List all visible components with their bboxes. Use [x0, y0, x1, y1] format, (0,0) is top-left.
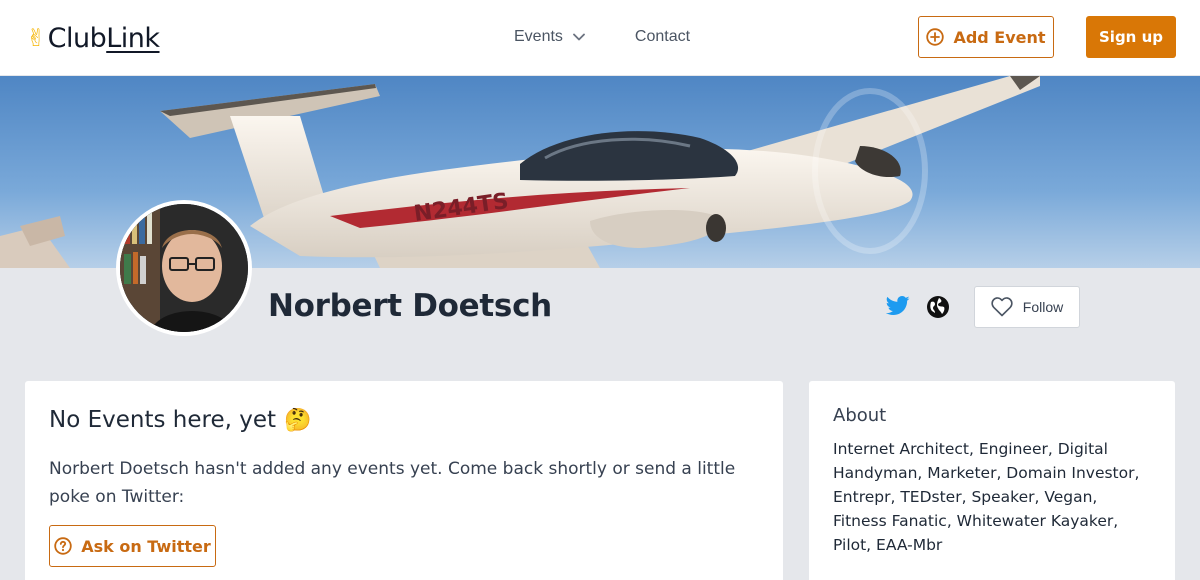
avatar-photo [120, 204, 248, 332]
about-text: Internet Architect, Engineer, Digital Ha… [833, 440, 1140, 554]
main-nav: Events Contact [514, 26, 690, 48]
profile-avatar [116, 200, 252, 336]
nav-events-dropdown[interactable]: Events [514, 28, 585, 46]
ask-on-twitter-button[interactable]: Ask on Twitter [49, 525, 216, 567]
about-title: About [833, 405, 887, 426]
ask-on-twitter-label: Ask on Twitter [81, 536, 211, 556]
question-circle-icon [54, 537, 72, 555]
twitter-icon [885, 296, 910, 315]
profile-name: Norbert Doetsch [268, 288, 552, 324]
nav-contact-link[interactable]: Contact [635, 28, 690, 46]
heart-icon [991, 297, 1013, 317]
logo-text-link: Link [106, 22, 160, 54]
signup-button[interactable]: Sign up [1086, 16, 1176, 58]
thinking-face-emoji: 🤔 [284, 407, 312, 433]
avatar-portrait-illustration [120, 204, 248, 332]
add-event-button[interactable]: Add Event [918, 16, 1054, 58]
follow-button[interactable]: Follow [974, 286, 1080, 328]
events-empty-title: No Events here, yet 🤔 [49, 407, 311, 433]
logo-text-club: Club [47, 22, 107, 54]
peace-hand-icon: ✌ [26, 24, 46, 52]
nav-events-label: Events [514, 28, 563, 45]
about-card: About Internet Architect, Engineer, Digi… [808, 380, 1176, 580]
clublink-logo[interactable]: ✌ Club Link [26, 22, 160, 54]
follow-label: Follow [1022, 299, 1064, 315]
events-empty-message: Norbert Doetsch hasn't added any events … [49, 459, 736, 507]
add-event-label: Add Event [953, 27, 1046, 47]
nav-contact-label: Contact [634, 28, 691, 45]
twitter-link[interactable] [885, 296, 910, 321]
signup-label: Sign up [1099, 28, 1163, 46]
plus-circle-icon [926, 28, 945, 46]
events-card: No Events here, yet 🤔 Norbert Doetsch ha… [24, 380, 784, 580]
globe-icon [927, 296, 949, 318]
chevron-down-icon [573, 33, 585, 41]
site-header: ✌ Club Link Events Contact Add Event Sign… [0, 0, 1200, 76]
events-title-text: No Events here, yet [49, 407, 277, 433]
website-link[interactable] [926, 295, 950, 324]
